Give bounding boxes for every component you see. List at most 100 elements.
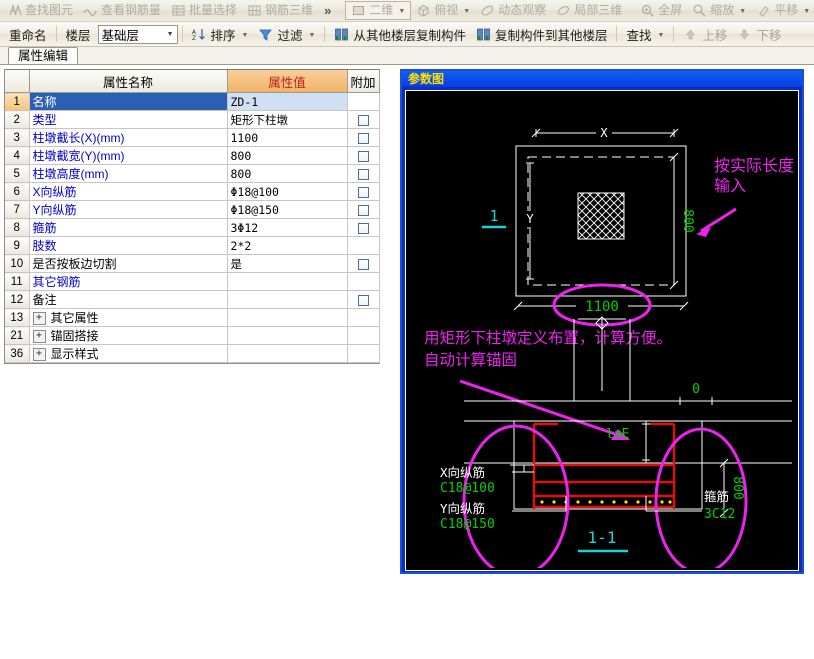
row-index[interactable]: 5 bbox=[5, 164, 30, 183]
move-down-button[interactable]: 下移 bbox=[732, 24, 786, 45]
toolbar-item-view-rebar-quantity[interactable]: 查看钢筋量 bbox=[78, 1, 166, 20]
append-checkbox[interactable] bbox=[357, 186, 369, 198]
sort-button[interactable]: AZ 排序 ▼ bbox=[187, 24, 254, 45]
append-cell[interactable] bbox=[347, 326, 380, 345]
filter-button[interactable]: 过滤 ▼ bbox=[253, 24, 320, 45]
toolbar-item-batch-select[interactable]: 批量选择 bbox=[166, 1, 242, 20]
table-row[interactable]: 8 箍筋 3Φ12 bbox=[5, 218, 380, 237]
property-value-cell[interactable]: 2*2 bbox=[227, 236, 348, 255]
append-checkbox[interactable] bbox=[357, 168, 369, 180]
property-name-cell[interactable]: + 其它属性 bbox=[29, 308, 228, 327]
copy-from-other-floor-button[interactable]: 从其他楼层复制构件 bbox=[329, 24, 471, 45]
append-checkbox[interactable] bbox=[357, 150, 369, 162]
property-name-cell[interactable]: 备注 bbox=[29, 290, 228, 309]
search-button[interactable]: 查找 ▼ bbox=[621, 24, 669, 45]
property-name-cell[interactable]: 柱墩截宽(Y)(mm) bbox=[29, 146, 228, 165]
table-row[interactable]: 6 X向纵筋 Φ18@100 bbox=[5, 182, 380, 201]
property-name-cell[interactable]: + 锚固搭接 bbox=[29, 326, 228, 345]
property-value-cell[interactable]: Φ18@150 bbox=[227, 200, 348, 219]
append-cell[interactable] bbox=[347, 290, 380, 309]
table-row[interactable]: 5 柱墩高度(mm) 800 bbox=[5, 164, 380, 183]
table-row[interactable]: 36 + 显示样式 bbox=[5, 344, 380, 363]
property-name-cell[interactable]: 柱墩高度(mm) bbox=[29, 164, 228, 183]
append-cell[interactable] bbox=[347, 344, 380, 363]
copy-to-other-floor-button[interactable]: 复制构件到其他楼层 bbox=[471, 24, 613, 45]
chevron-down-icon[interactable]: ▼ bbox=[463, 2, 470, 21]
property-name-cell[interactable]: + 显示样式 bbox=[29, 344, 228, 363]
toolbar-item-zoom[interactable]: 缩放 ▼ bbox=[687, 1, 751, 20]
append-checkbox[interactable] bbox=[357, 222, 369, 234]
property-value-cell[interactable] bbox=[227, 344, 348, 363]
row-index[interactable]: 36 bbox=[5, 344, 30, 363]
property-value-cell[interactable] bbox=[227, 272, 348, 291]
toolbar-item-fullscreen[interactable]: 全屏 bbox=[635, 1, 687, 20]
row-index[interactable]: 21 bbox=[5, 326, 30, 345]
chevron-down-icon[interactable]: ▼ bbox=[657, 32, 664, 39]
table-row[interactable]: 3 柱墩截长(X)(mm) 1100 bbox=[5, 128, 380, 147]
row-index[interactable]: 10 bbox=[5, 254, 30, 273]
header-append[interactable]: 附加 bbox=[347, 70, 380, 93]
append-checkbox[interactable] bbox=[357, 114, 369, 126]
toolbar-item-local-3d[interactable]: 局部三维 bbox=[551, 1, 627, 20]
row-index[interactable]: 9 bbox=[5, 236, 30, 255]
expand-icon[interactable]: + bbox=[32, 330, 46, 344]
property-name-cell[interactable]: 柱墩截长(X)(mm) bbox=[29, 128, 228, 147]
row-index[interactable]: 4 bbox=[5, 146, 30, 165]
row-index[interactable]: 1 bbox=[5, 92, 30, 111]
property-value-cell[interactable]: 800 bbox=[227, 164, 348, 183]
toolbar-item-pan[interactable]: 平移 ▼ bbox=[751, 1, 814, 20]
append-cell[interactable] bbox=[347, 272, 380, 291]
append-cell[interactable] bbox=[347, 218, 380, 237]
chevron-down-icon[interactable]: ▼ bbox=[167, 31, 174, 38]
move-up-button[interactable]: 上移 bbox=[678, 24, 732, 45]
property-value-cell[interactable]: 3Φ12 bbox=[227, 218, 348, 237]
header-property-name[interactable]: 属性名称 bbox=[29, 70, 228, 93]
property-value-cell[interactable]: 是 bbox=[227, 254, 348, 273]
append-cell[interactable] bbox=[347, 110, 380, 129]
row-index[interactable]: 8 bbox=[5, 218, 30, 237]
row-index[interactable]: 13 bbox=[5, 308, 30, 327]
expand-icon[interactable]: + bbox=[32, 312, 46, 326]
chevron-down-icon[interactable]: ▼ bbox=[398, 2, 405, 21]
row-index[interactable]: 7 bbox=[5, 200, 30, 219]
toolbar-item-top-view[interactable]: 俯视 ▼ bbox=[411, 1, 475, 20]
table-row[interactable]: 21 + 锚固搭接 bbox=[5, 326, 380, 345]
table-row[interactable]: 13 + 其它属性 bbox=[5, 308, 380, 327]
table-row[interactable]: 1 名称 ZD-1 bbox=[5, 92, 380, 111]
expand-icon[interactable]: + bbox=[32, 348, 46, 362]
row-index[interactable]: 12 bbox=[5, 290, 30, 309]
tab-property-editor[interactable]: 属性编辑 bbox=[8, 47, 79, 64]
row-index[interactable]: 3 bbox=[5, 128, 30, 147]
append-checkbox[interactable] bbox=[357, 294, 369, 306]
property-name-cell[interactable]: 箍筋 bbox=[29, 218, 228, 237]
property-value-cell[interactable]: 800 bbox=[227, 146, 348, 165]
append-cell[interactable] bbox=[347, 182, 380, 201]
property-name-cell[interactable]: Y向纵筋 bbox=[29, 200, 228, 219]
append-checkbox[interactable] bbox=[357, 204, 369, 216]
property-name-cell[interactable]: 名称 bbox=[29, 92, 228, 111]
floor-select[interactable]: 基础层 ▼ bbox=[97, 24, 178, 44]
append-cell[interactable] bbox=[347, 236, 380, 255]
table-row[interactable]: 12 备注 bbox=[5, 290, 380, 309]
property-value-cell[interactable]: Φ18@100 bbox=[227, 182, 348, 201]
row-index[interactable]: 6 bbox=[5, 182, 30, 201]
append-checkbox[interactable] bbox=[357, 258, 369, 270]
property-name-cell[interactable]: 是否按板边切割 bbox=[29, 254, 228, 273]
toolbar-item-dynamic-observe[interactable]: 动态观察 bbox=[475, 1, 551, 20]
table-row[interactable]: 9 肢数 2*2 bbox=[5, 236, 380, 255]
append-cell[interactable] bbox=[347, 92, 380, 111]
toolbar-overflow-button[interactable]: » bbox=[318, 3, 337, 18]
toolbar-item-rebar-3d[interactable]: 钢筋三维 bbox=[242, 1, 318, 20]
toolbar-item-two-d[interactable]: 二维 ▼ bbox=[345, 1, 412, 21]
append-cell[interactable] bbox=[347, 308, 380, 327]
property-value-cell[interactable] bbox=[227, 326, 348, 345]
property-name-cell[interactable]: 肢数 bbox=[29, 236, 228, 255]
param-diagram-canvas[interactable]: X Y 800 1100 1 按实际长度 输入 用矩形下柱墩定义布置，计算方便。… bbox=[405, 90, 799, 571]
row-index[interactable]: 11 bbox=[5, 272, 30, 291]
table-row[interactable]: 4 柱墩截宽(Y)(mm) 800 bbox=[5, 146, 380, 165]
append-cell[interactable] bbox=[347, 146, 380, 165]
chevron-down-icon[interactable]: ▼ bbox=[803, 2, 810, 21]
property-name-cell[interactable]: X向纵筋 bbox=[29, 182, 228, 201]
append-cell[interactable] bbox=[347, 128, 380, 147]
property-value-cell[interactable]: 矩形下柱墩 bbox=[227, 110, 348, 129]
